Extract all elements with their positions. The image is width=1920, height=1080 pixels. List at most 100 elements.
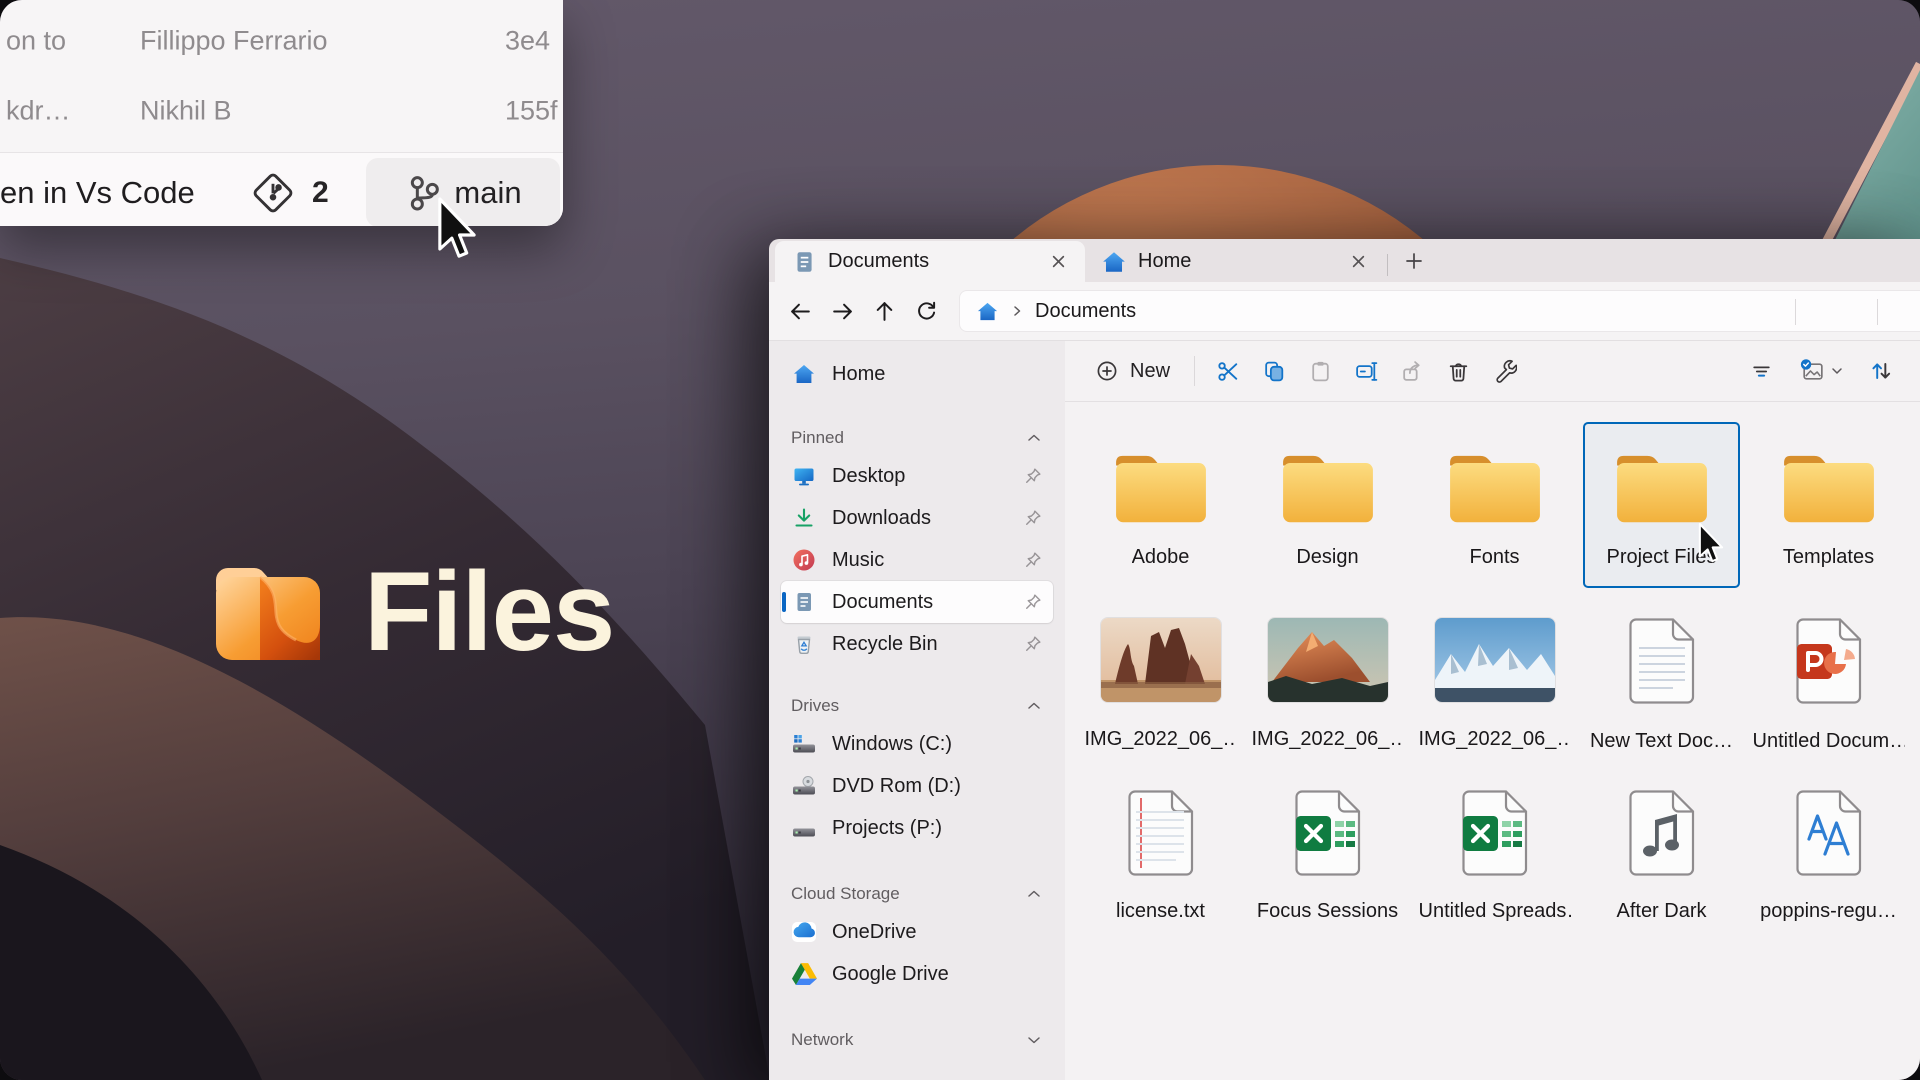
up-button[interactable]	[863, 290, 905, 332]
image-tile[interactable]: IMG_2022_06_…	[1082, 602, 1239, 768]
view-thumbnails-icon	[1799, 358, 1826, 385]
pin-icon[interactable]	[1023, 550, 1043, 570]
drive-dvd-icon	[791, 773, 817, 799]
sidebar-item-documents[interactable]: Documents	[781, 581, 1053, 623]
rename-button[interactable]	[1343, 349, 1389, 393]
folder-tile-adobe[interactable]: Adobe	[1082, 422, 1239, 588]
new-tab-button[interactable]	[1398, 245, 1430, 277]
navigation-row: Documents	[769, 282, 1920, 341]
tab-label: Home	[1138, 250, 1332, 273]
sidebar-section-network[interactable]: Network	[781, 1023, 1053, 1057]
git-changes-indicator[interactable]: 2	[250, 170, 329, 216]
file-name: poppins-regu…	[1760, 900, 1897, 923]
sidebar-item-label: Desktop	[832, 465, 1008, 488]
sidebar-item-label: Google Drive	[832, 963, 1043, 986]
file-tile[interactable]: Untitled Docum…	[1750, 602, 1907, 768]
filter-button[interactable]	[1738, 349, 1784, 393]
close-tab-icon[interactable]	[1343, 247, 1373, 277]
address-bar[interactable]: Documents	[959, 290, 1920, 332]
share-button[interactable]	[1389, 349, 1435, 393]
file-tile-excel[interactable]: Untitled Spreads…	[1416, 782, 1573, 948]
tab-documents[interactable]: Documents	[775, 241, 1085, 282]
file-tile-font[interactable]: poppins-regu…	[1750, 782, 1907, 948]
sidebar-item-desktop[interactable]: Desktop	[781, 455, 1053, 497]
sidebar-item-home[interactable]: Home	[781, 353, 1053, 395]
up-arrow-icon	[872, 299, 897, 324]
filter-icon	[1749, 359, 1774, 384]
delete-button[interactable]	[1435, 349, 1481, 393]
photo-thumbnail-sunset-peak	[1268, 618, 1388, 702]
close-tab-icon[interactable]	[1043, 247, 1073, 277]
sidebar-item-google-drive[interactable]: Google Drive	[781, 953, 1053, 995]
new-button[interactable]: New	[1081, 350, 1184, 392]
powerpoint-document-icon	[1796, 618, 1862, 704]
commit-row[interactable]: on to Fillippo Ferrario 3e4	[0, 6, 563, 76]
refresh-button[interactable]	[905, 290, 947, 332]
sidebar-item-onedrive[interactable]: OneDrive	[781, 911, 1053, 953]
folder-tile-fonts[interactable]: Fonts	[1416, 422, 1573, 588]
folder-tile-design[interactable]: Design	[1249, 422, 1406, 588]
tab-home[interactable]: Home	[1085, 241, 1385, 282]
forward-button[interactable]	[821, 290, 863, 332]
section-label: Pinned	[791, 428, 844, 448]
copy-button[interactable]	[1251, 349, 1297, 393]
commit-row[interactable]: kdr… Nikhil B 155f	[0, 76, 563, 146]
pin-icon[interactable]	[1023, 634, 1043, 654]
open-in-vscode-label[interactable]: en in Vs Code	[0, 175, 195, 211]
sidebar-item-projects-p[interactable]: Projects (P:)	[781, 807, 1053, 849]
file-name: Fonts	[1469, 546, 1519, 569]
paste-button[interactable]	[1297, 349, 1343, 393]
commit-message: on to	[6, 26, 66, 57]
address-divider	[1795, 299, 1796, 325]
google-drive-icon	[791, 961, 817, 987]
sidebar-item-label: OneDrive	[832, 921, 1043, 944]
pin-icon[interactable]	[1023, 508, 1043, 528]
cut-button[interactable]	[1205, 349, 1251, 393]
photo-thumbnail-desert	[1101, 618, 1221, 702]
pin-icon[interactable]	[1023, 466, 1043, 486]
view-options-button[interactable]	[1788, 349, 1854, 393]
sort-icon	[1868, 358, 1894, 384]
chevron-down-icon	[1830, 364, 1844, 378]
sidebar-item-dvd-d[interactable]: DVD Rom (D:)	[781, 765, 1053, 807]
sidebar-item-downloads[interactable]: Downloads	[781, 497, 1053, 539]
document-icon	[791, 589, 817, 615]
commit-author: Fillippo Ferrario	[140, 26, 328, 57]
onedrive-icon	[791, 919, 817, 945]
sidebar-item-label: Downloads	[832, 507, 1008, 530]
commit-message: kdr…	[6, 96, 71, 127]
file-tile-audio[interactable]: After Dark	[1583, 782, 1740, 948]
folder-tile-templates[interactable]: Templates	[1750, 422, 1907, 588]
back-button[interactable]	[779, 290, 821, 332]
sidebar-item-recycle-bin[interactable]: Recycle Bin	[781, 623, 1053, 665]
folder-icon	[1613, 448, 1711, 528]
image-tile[interactable]: IMG_2022_06_…	[1249, 602, 1406, 768]
sidebar: Home Pinned Desktop Do	[769, 341, 1065, 1080]
file-tile[interactable]: New Text Doc…	[1583, 602, 1740, 768]
tab-divider	[1387, 254, 1388, 276]
commit-hash: 155f	[505, 96, 558, 127]
sidebar-section-pinned[interactable]: Pinned	[781, 421, 1053, 455]
chevron-up-icon	[1025, 429, 1043, 447]
pin-icon[interactable]	[1023, 592, 1043, 612]
sidebar-item-label: Documents	[832, 591, 1008, 614]
file-name: IMG_2022_06_…	[1419, 728, 1571, 751]
sidebar-item-music[interactable]: Music	[781, 539, 1053, 581]
excel-document-icon	[1462, 790, 1528, 876]
sort-button[interactable]	[1858, 349, 1904, 393]
section-label: Network	[791, 1030, 853, 1050]
sidebar-section-cloud-storage[interactable]: Cloud Storage	[781, 877, 1053, 911]
file-name: Focus Sessions	[1257, 900, 1398, 923]
commit-hash: 3e4	[505, 26, 550, 57]
image-tile[interactable]: IMG_2022_06_…	[1416, 602, 1573, 768]
sidebar-section-drives[interactable]: Drives	[781, 689, 1053, 723]
file-name: Untitled Spreads…	[1419, 900, 1571, 923]
file-name: Untitled Docum…	[1753, 730, 1905, 753]
file-tile-license[interactable]: license.txt	[1082, 782, 1239, 948]
file-content-area: New	[1065, 341, 1920, 1080]
properties-button[interactable]	[1481, 349, 1527, 393]
sidebar-item-windows-c[interactable]: Windows (C:)	[781, 723, 1053, 765]
breadcrumb-chevron-icon	[1011, 305, 1023, 317]
new-button-label: New	[1130, 360, 1170, 383]
file-tile-excel[interactable]: Focus Sessions	[1249, 782, 1406, 948]
